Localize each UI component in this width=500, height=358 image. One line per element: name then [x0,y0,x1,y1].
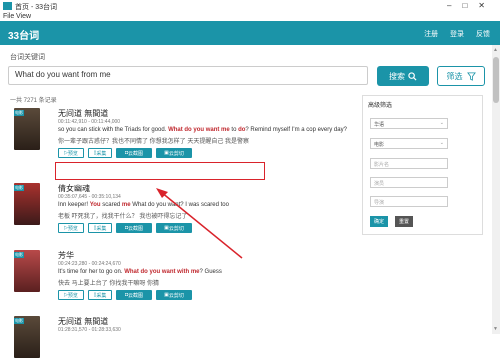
category-tag: 电影 [14,185,24,191]
title-field[interactable]: 影片名 [370,158,448,169]
chinese-line: 老板 吓死我了，找我干什么？ 我也被吓得忘记了 [58,214,188,220]
language-select[interactable]: 华语 ⌄ [370,118,448,129]
timestamp: 00:35:07,645 - 00:35:10,134 [58,194,121,200]
chinese-line: 你一辈子跟古惑仔？我也不同情了 你想我怎样了 天天提醒自己 我是警察 [58,139,250,145]
clip-button[interactable]: ▣ 云剪切 [156,223,192,233]
timestamp: 01:28:31,570 - 01:28:33,630 [58,327,121,333]
movie-poster[interactable]: 电影 [14,316,40,358]
screenshot-button[interactable]: ◘ 云截图 [116,290,152,300]
collect-button[interactable]: ▯ 采集 [88,290,112,300]
actor-field[interactable]: 演员 [370,177,448,188]
search-icon [408,71,417,81]
nav-register[interactable]: 注册 [424,31,438,38]
english-line: It's time for her to go on. What do you … [58,269,222,275]
advanced-filter-panel: 高级筛选 华语 ⌄ 电影 ⌄ 影片名 演员 导演 确定 重置 [362,95,483,235]
result-count: 一共 7271 条记录 [10,98,57,104]
movie-title[interactable]: 无间道 無間道 [58,108,108,119]
screenshot-button[interactable]: ◘ 云截图 [116,148,152,158]
brand-logo[interactable]: 33台词 [8,27,39,42]
search-button-label: 搜索 [389,71,405,81]
window-controls[interactable]: –□✕ [447,1,496,10]
category-tag: 电影 [14,318,24,324]
scrollbar[interactable]: ▲ ▼ [492,45,500,334]
category-tag: 电影 [14,252,24,258]
timestamp: 00:11:42,910 - 00:11:44,000 [58,119,121,125]
search-input[interactable]: What do you want from me [8,66,368,85]
filter-icon [466,71,476,81]
chevron-down-icon: ⌄ [439,140,444,146]
preview-button[interactable]: ▷ 预览 [58,290,84,300]
chevron-down-icon: ⌄ [439,120,444,126]
window-titlebar: 首页 - 33台词 –□✕ [0,0,500,13]
nav-login[interactable]: 登录 [450,31,464,38]
scrollbar-thumb[interactable] [493,57,499,103]
reset-button[interactable]: 重置 [395,216,413,227]
scroll-down-icon[interactable]: ▼ [493,326,498,332]
movie-title[interactable]: 倩女幽魂 [58,183,90,194]
screenshot-button[interactable]: ◘ 云截图 [116,223,152,233]
movie-poster[interactable]: 电影 [14,250,40,292]
preview-button[interactable]: ▷ 预览 [58,148,84,158]
filter-panel-title: 高级筛选 [368,103,393,109]
window-title: 首页 - 33台词 [15,4,58,11]
collect-button[interactable]: ▯ 采集 [88,223,112,233]
scroll-up-icon[interactable]: ▲ [493,47,498,53]
category-select[interactable]: 电影 ⌄ [370,138,448,149]
director-field[interactable]: 导演 [370,196,448,207]
movie-poster[interactable]: 电影 [14,183,40,225]
nav-links: 注册 登录 反馈 [414,29,490,39]
english-line: so you can stick with the Triads for goo… [58,127,347,133]
english-line: Inn keeper! You scared me What do you wa… [58,202,229,208]
search-button[interactable]: 搜索 [377,66,429,86]
filter-button[interactable]: 筛选 [437,66,485,86]
movie-title[interactable]: 芳华 [58,250,74,261]
search-label: 台词关键词 [10,54,45,61]
annotation-highlight-box [55,162,265,180]
movie-title[interactable]: 无间道 無間道 [58,316,108,327]
filter-button-label: 筛选 [446,71,463,81]
movie-poster[interactable]: 电影 [14,108,40,150]
confirm-button[interactable]: 确定 [370,216,388,227]
app-icon [3,2,12,10]
menu-file[interactable]: File [3,13,14,20]
chinese-line: 快去 马上要上台了 你找我干嘛呀 你猜 [58,281,160,287]
timestamp: 00:24:23,280 - 00:24:24,670 [58,261,121,267]
top-navbar: 33台词 注册 登录 反馈 [0,21,500,45]
category-tag: 电影 [14,110,24,116]
clip-button[interactable]: ▣ 云剪切 [156,148,192,158]
menu-view[interactable]: View [16,13,31,20]
clip-button[interactable]: ▣ 云剪切 [156,290,192,300]
nav-feedback[interactable]: 反馈 [476,31,490,38]
menu-bar: File View [0,13,500,21]
collect-button[interactable]: ▯ 采集 [88,148,112,158]
preview-button[interactable]: ▷ 预览 [58,223,84,233]
